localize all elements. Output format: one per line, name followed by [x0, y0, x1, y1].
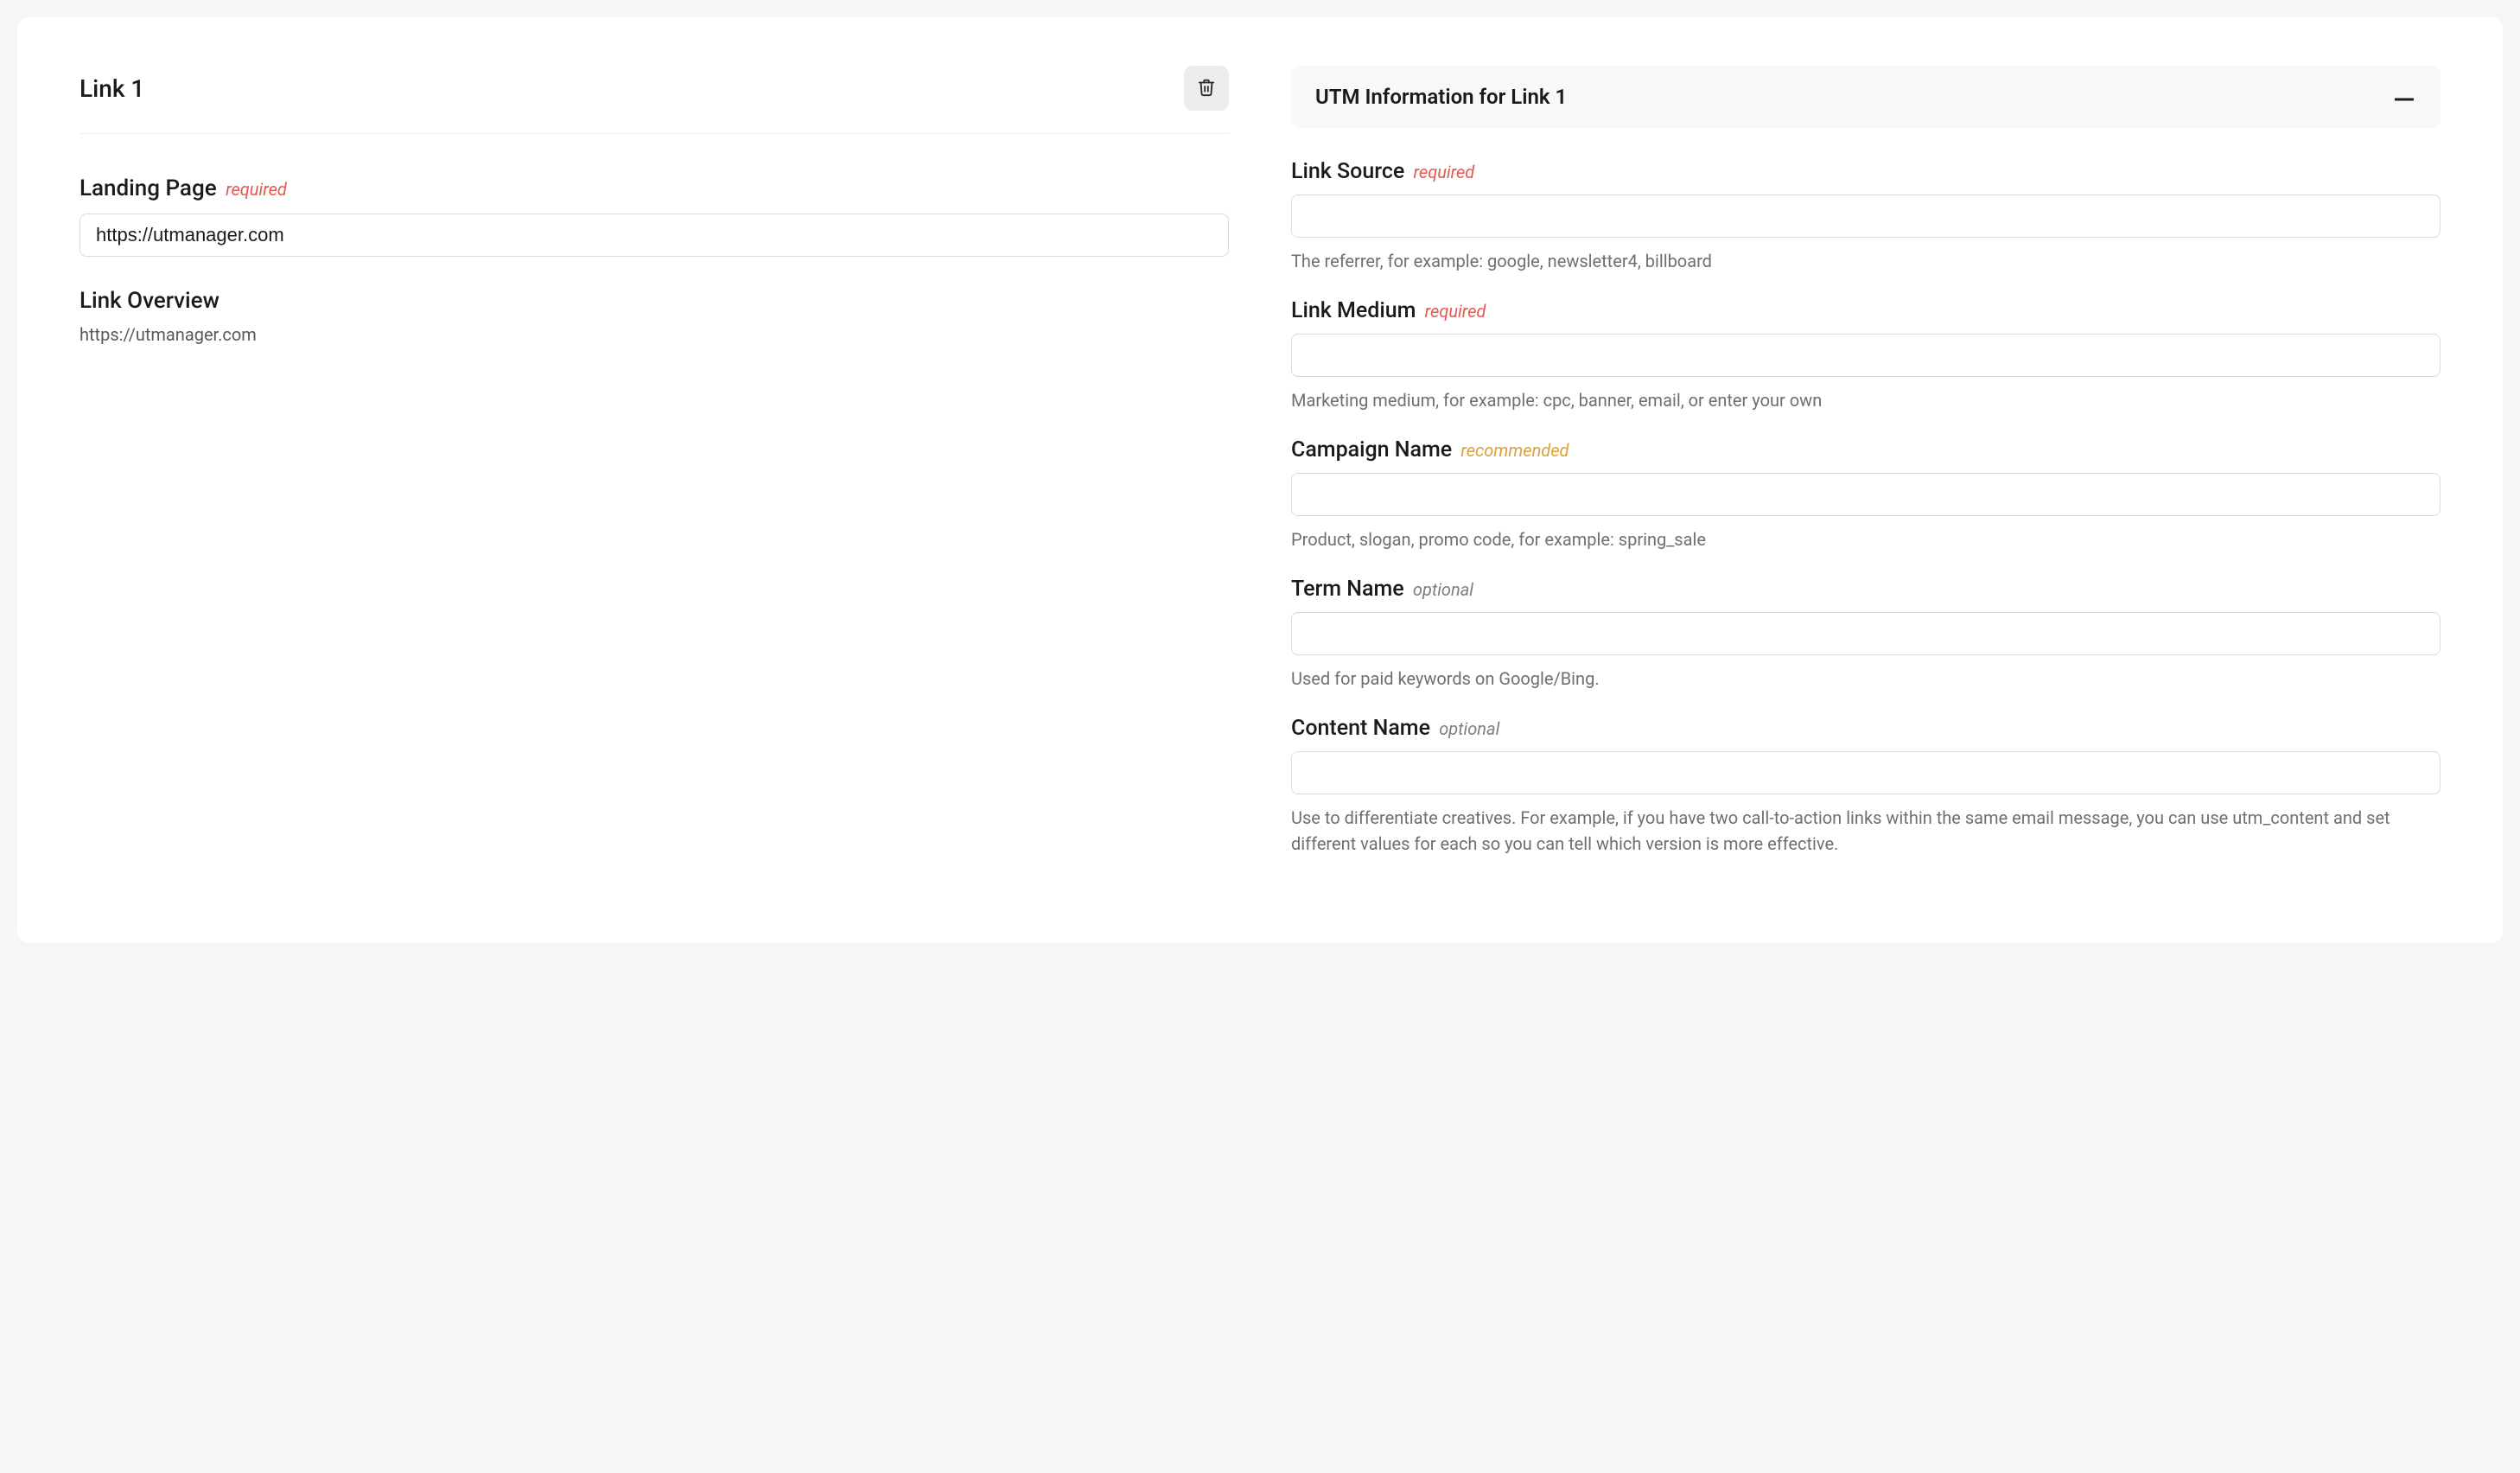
link-source-field: Link Source required The referrer, for e…	[1291, 159, 2440, 274]
delete-link-button[interactable]	[1184, 66, 1229, 111]
link-medium-label: Link Medium required	[1291, 298, 2440, 323]
utm-panel-title: UTM Information for Link 1	[1315, 85, 1567, 109]
landing-page-label-text: Landing Page	[80, 175, 217, 201]
campaign-name-input[interactable]	[1291, 473, 2440, 516]
link-source-required-tag: required	[1414, 162, 1475, 182]
left-column: Link 1 Landing Page required	[80, 66, 1229, 881]
utm-body: Link Source required The referrer, for e…	[1291, 128, 2440, 857]
link-medium-field: Link Medium required Marketing medium, f…	[1291, 298, 2440, 413]
term-name-label-text: Term Name	[1291, 577, 1404, 602]
utm-panel: UTM Information for Link 1	[1291, 66, 2440, 128]
landing-page-required-tag: required	[226, 179, 287, 200]
landing-page-field: Landing Page required	[80, 175, 1229, 257]
link-overview-label: Link Overview	[80, 288, 1229, 314]
campaign-name-label-text: Campaign Name	[1291, 437, 1452, 462]
term-name-input[interactable]	[1291, 612, 2440, 655]
content-name-input[interactable]	[1291, 751, 2440, 794]
link-source-help: The referrer, for example: google, newsl…	[1291, 248, 2440, 274]
content-name-field: Content Name optional Use to differentia…	[1291, 716, 2440, 857]
campaign-name-help: Product, slogan, promo code, for example…	[1291, 526, 2440, 552]
campaign-name-recommended-tag: recommended	[1460, 440, 1569, 461]
campaign-name-label: Campaign Name recommended	[1291, 437, 2440, 462]
link-medium-input[interactable]	[1291, 334, 2440, 377]
content-name-label: Content Name optional	[1291, 716, 2440, 741]
link-title: Link 1	[80, 74, 144, 103]
term-name-optional-tag: optional	[1413, 579, 1473, 600]
term-name-label: Term Name optional	[1291, 577, 2440, 602]
content-name-label-text: Content Name	[1291, 716, 1430, 741]
landing-page-label: Landing Page required	[80, 175, 1229, 201]
content-name-optional-tag: optional	[1439, 718, 1499, 739]
link-medium-required-tag: required	[1425, 301, 1486, 322]
link-card: Link 1 Landing Page required	[17, 17, 2503, 943]
link-header: Link 1	[80, 66, 1229, 134]
term-name-help: Used for paid keywords on Google/Bing.	[1291, 666, 2440, 692]
link-source-input[interactable]	[1291, 194, 2440, 238]
link-overview-url: https://utmanager.com	[80, 324, 1229, 345]
link-source-label: Link Source required	[1291, 159, 2440, 184]
campaign-name-field: Campaign Name recommended Product, sloga…	[1291, 437, 2440, 552]
minus-icon	[2395, 91, 2414, 104]
utm-panel-header[interactable]: UTM Information for Link 1	[1291, 66, 2440, 128]
link-source-label-text: Link Source	[1291, 159, 1404, 184]
right-column: UTM Information for Link 1 Link Source r…	[1291, 66, 2440, 881]
link-medium-help: Marketing medium, for example: cpc, bann…	[1291, 387, 2440, 413]
link-medium-label-text: Link Medium	[1291, 298, 1416, 323]
collapse-button[interactable]	[2392, 85, 2416, 109]
term-name-field: Term Name optional Used for paid keyword…	[1291, 577, 2440, 692]
content-name-help: Use to differentiate creatives. For exam…	[1291, 805, 2440, 857]
landing-page-input[interactable]	[80, 214, 1229, 257]
link-overview-section: Link Overview https://utmanager.com	[80, 288, 1229, 345]
trash-icon	[1197, 77, 1216, 100]
